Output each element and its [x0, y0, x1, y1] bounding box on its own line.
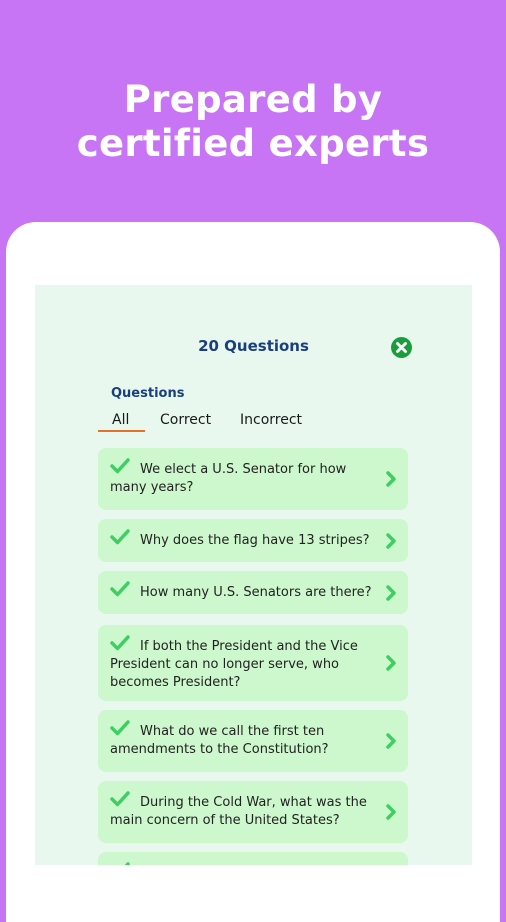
question-text: During the Cold War, what was the main c… [110, 795, 367, 828]
tab-incorrect[interactable]: Incorrect [240, 412, 302, 428]
question-item[interactable]: During the Cold War, what was the main c… [98, 781, 408, 843]
question-item[interactable]: We elect a U.S. Senator for how many yea… [98, 448, 408, 510]
question-text: We elect a U.S. Senator for how many yea… [110, 462, 347, 495]
chevron-right-icon [386, 471, 396, 487]
checkmark-icon [124, 862, 130, 865]
chevron-right-icon [386, 655, 396, 671]
question-item[interactable]: If both the President and the Vice Presi… [98, 625, 408, 701]
headline-line-2: certified experts [76, 122, 430, 165]
headline-line-1: Prepared by [123, 78, 383, 121]
tab-correct[interactable]: Correct [160, 412, 211, 428]
chevron-right-icon [386, 533, 396, 549]
question-item[interactable]: Why does the flag have 13 stripes? [98, 519, 408, 562]
question-item-partial[interactable] [98, 852, 408, 865]
chevron-right-icon [386, 804, 396, 820]
question-item[interactable]: How many U.S. Senators are there? [98, 571, 408, 614]
section-label: Questions [111, 386, 185, 401]
question-text: Why does the flag have 13 stripes? [140, 533, 370, 548]
question-text: What do we call the first ten amendments… [110, 724, 329, 757]
questions-screen: 20 Questions Questions All Correct Incor… [35, 285, 472, 865]
tab-all[interactable]: All [112, 412, 129, 428]
close-icon [396, 342, 407, 353]
close-button[interactable] [391, 337, 412, 358]
question-text: How many U.S. Senators are there? [140, 585, 372, 600]
active-tab-indicator [98, 430, 145, 432]
chevron-right-icon [386, 585, 396, 601]
question-item[interactable]: What do we call the first ten amendments… [98, 710, 408, 772]
question-text: If both the President and the Vice Presi… [110, 639, 358, 690]
headline: Prepared by certified experts [0, 78, 506, 166]
chevron-right-icon [386, 733, 396, 749]
